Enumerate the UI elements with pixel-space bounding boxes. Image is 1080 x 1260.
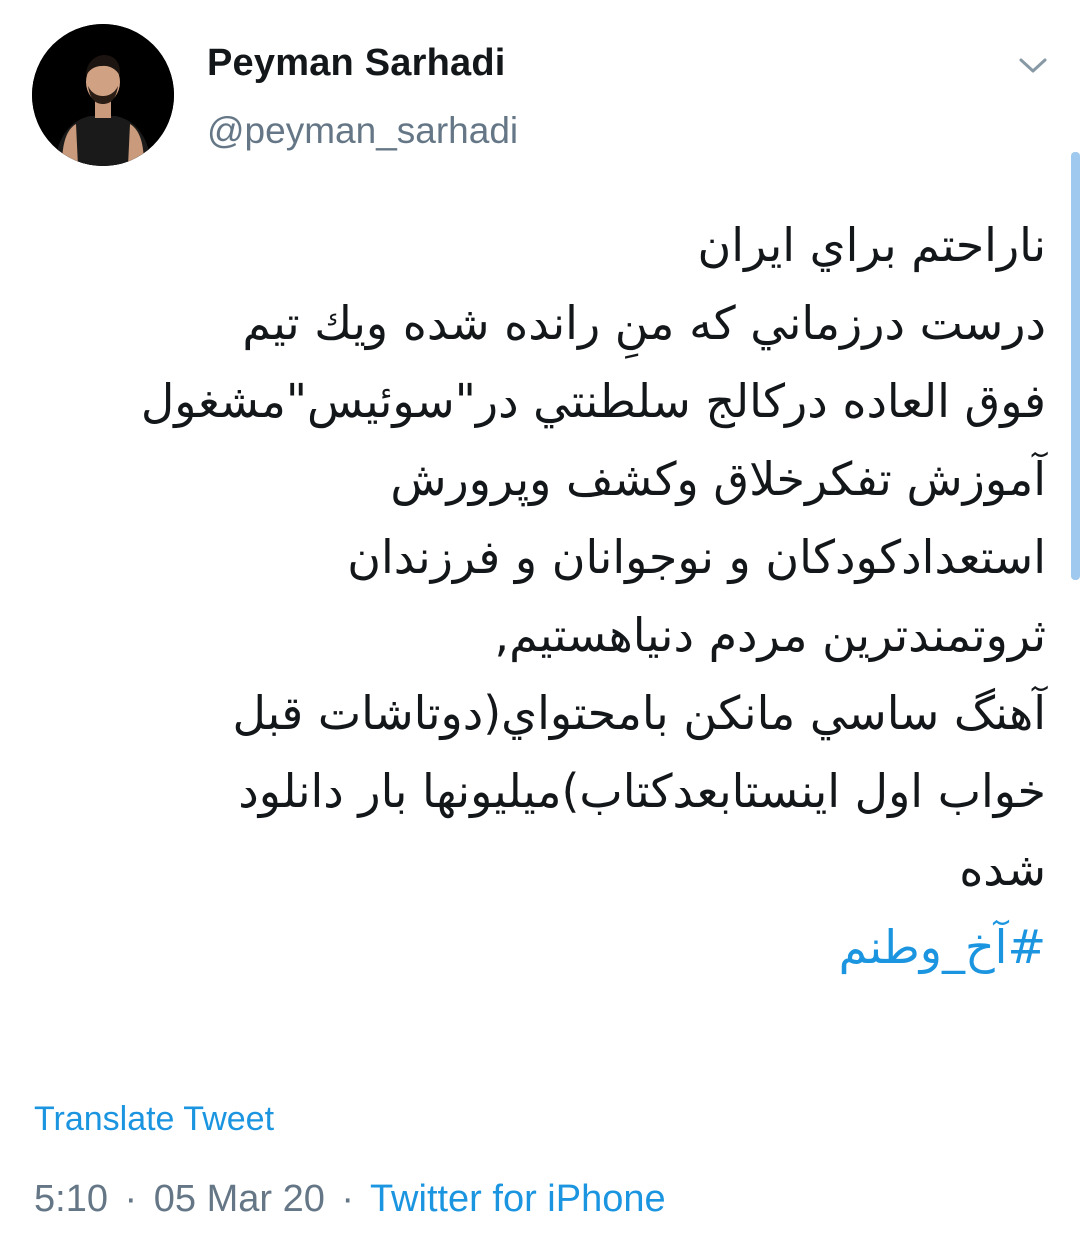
tweet-text-line: آهنگ ساسي مانكن بامحتواي(دوتاشات قبل — [232, 686, 1046, 740]
chevron-down-icon[interactable] — [1016, 50, 1050, 80]
tweet-text-line: فوق العاده دركالج سلطنتي در"سوئيس"مشغول — [140, 374, 1046, 428]
tweet-source-link[interactable]: Twitter for iPhone — [370, 1178, 666, 1220]
tweet-text-line: آموزش تفكرخلاق وكشف وپرورش — [390, 452, 1046, 506]
tweet-text-line: خواب اول اينستابعدكتاب)ميليونها بار دانل… — [238, 764, 1046, 818]
author-display-name[interactable]: Peyman Sarhadi — [207, 42, 506, 85]
tweet-card: Peyman Sarhadi @peyman_sarhadi ناراحتم ب… — [0, 0, 1080, 1260]
tweet-time: 5:10 — [34, 1178, 108, 1220]
tweet-text-line: درست درزماني كه منِ رانده شده ويك تيم — [242, 296, 1046, 350]
hashtag-link[interactable]: #آخ_وطنم — [46, 908, 1046, 986]
author-handle[interactable]: @peyman_sarhadi — [207, 110, 518, 152]
tweet-text-line: استعدادكودكان و نوجوانان و فرزندان — [347, 530, 1046, 584]
meta-separator: · — [124, 1178, 138, 1220]
tweet-meta: 5:10 · 05 Mar 20 · Twitter for iPhone — [34, 1178, 666, 1221]
tweet-text-line: ناراحتم براي ايران — [697, 218, 1046, 272]
profile-photo-icon — [32, 24, 174, 166]
meta-separator: · — [341, 1178, 355, 1220]
tweet-text: ناراحتم براي ايران درست درزماني كه منِ ر… — [46, 206, 1046, 986]
scrollbar[interactable] — [1071, 152, 1080, 580]
avatar[interactable] — [32, 24, 174, 166]
tweet-text-line: شده — [959, 842, 1046, 896]
translate-tweet-link[interactable]: Translate Tweet — [34, 1100, 274, 1139]
tweet-date: 05 Mar 20 — [153, 1178, 325, 1220]
tweet-text-line: ثروتمندترين مردم دنياهستيم, — [494, 608, 1046, 662]
